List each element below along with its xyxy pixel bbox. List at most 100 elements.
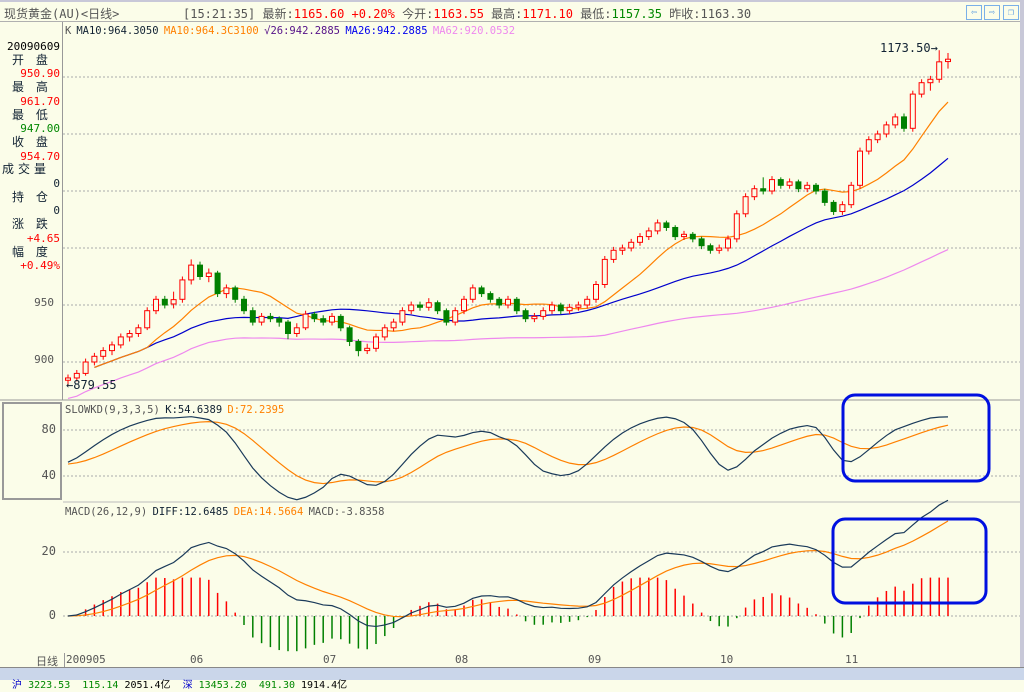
open-label: 开 盘 [12,52,52,67]
highlight-box-kd [841,393,991,483]
window-edge [1020,0,1024,667]
candle-body [170,299,177,305]
date-axis: 日线 200905 06 07 08 09 10 11 [0,653,1020,668]
candle-body [637,236,643,243]
k-label: K [65,25,72,37]
candle [205,268,212,283]
candle-body [399,310,406,323]
candle-body [311,313,318,320]
candle [241,295,247,315]
candle-body [531,315,538,320]
candle-body [443,310,450,323]
candle-body [892,116,899,126]
candle-body [161,298,168,306]
candle-body [117,336,124,346]
x-tick: 06 [190,653,204,666]
candle-body [241,298,247,312]
candle [777,177,784,189]
sh-index: 3223.53 [28,680,71,691]
candle [531,312,538,323]
candle-body [786,181,793,186]
candle-body [373,336,379,349]
candle-body [610,249,617,260]
candle [689,232,696,243]
candle [945,52,951,69]
candle-body [126,333,133,338]
macd-value: MACD:-3.8358 [309,506,385,518]
candle [91,352,98,366]
range-value: +0.49% [20,259,60,273]
candle [584,295,591,309]
candle [848,181,855,209]
candle [337,314,344,332]
candle [698,236,705,250]
candle [830,200,837,215]
candle [821,188,828,206]
candle [637,233,643,246]
chart-canvas[interactable]: 1173.50→ ←879.55 K MA10:964.3050 MA10:964.3C… [0,0,1020,653]
candle-body [865,139,872,152]
info-panel: 20090609 开 盘 950.90 最 高 961.70 最 低 947.0… [0,22,63,400]
candle-body [821,190,828,203]
candle [760,177,767,195]
sz-index: 13453.20 [198,680,247,691]
kd-k-line [67,416,949,501]
candle-body [496,298,503,306]
change-value: +4.65 [26,231,60,245]
candle-body [936,61,943,80]
candle-body [487,293,494,300]
candle [874,130,881,144]
candle-body [927,78,934,84]
candle-body [795,181,802,190]
macd-diff-value: DIFF:12.6485 [153,506,229,518]
candle-body [584,298,591,306]
candle-body [346,327,353,342]
candle [918,79,925,98]
sz-amount: 1914.4亿 [301,680,348,691]
candle-body [153,298,159,312]
candle-body [478,287,485,295]
candle-body [681,233,687,238]
candle-body [540,310,547,317]
candle-body [918,82,925,95]
candle-body [689,233,696,240]
candle-body [214,272,221,295]
kd-d-value: D:72.2395 [227,404,284,416]
candle-body [329,315,335,323]
candle [487,291,494,303]
candle [883,121,890,138]
candle-body [390,321,397,329]
candle [170,291,177,309]
candle [144,307,151,331]
candle [645,227,652,241]
candle [161,295,168,309]
candle [469,284,476,303]
candle [769,176,775,195]
highlight-box-macd [831,517,988,605]
sh-amount: 2051.4亿 [124,680,171,691]
candle-body [469,287,476,300]
candle [813,183,819,195]
candle [153,295,159,315]
candle [505,295,511,309]
candle-body [417,304,423,308]
candle [285,319,291,340]
candle-body [179,279,186,300]
candle [329,312,335,326]
candle [364,343,371,355]
candle [293,323,300,337]
candle [513,297,520,315]
candle [478,285,485,298]
candle [355,339,362,357]
candle-body [698,238,705,247]
volume-label: 成交量 [2,162,51,177]
kd-y-tick-40: 40 [41,468,56,482]
candle [610,246,617,263]
candle [795,179,802,193]
candle-body [857,150,863,186]
candle-body [663,222,670,228]
candle [443,308,450,326]
candle-body [461,298,467,312]
candle-body [91,355,98,363]
candle-body [144,310,151,329]
